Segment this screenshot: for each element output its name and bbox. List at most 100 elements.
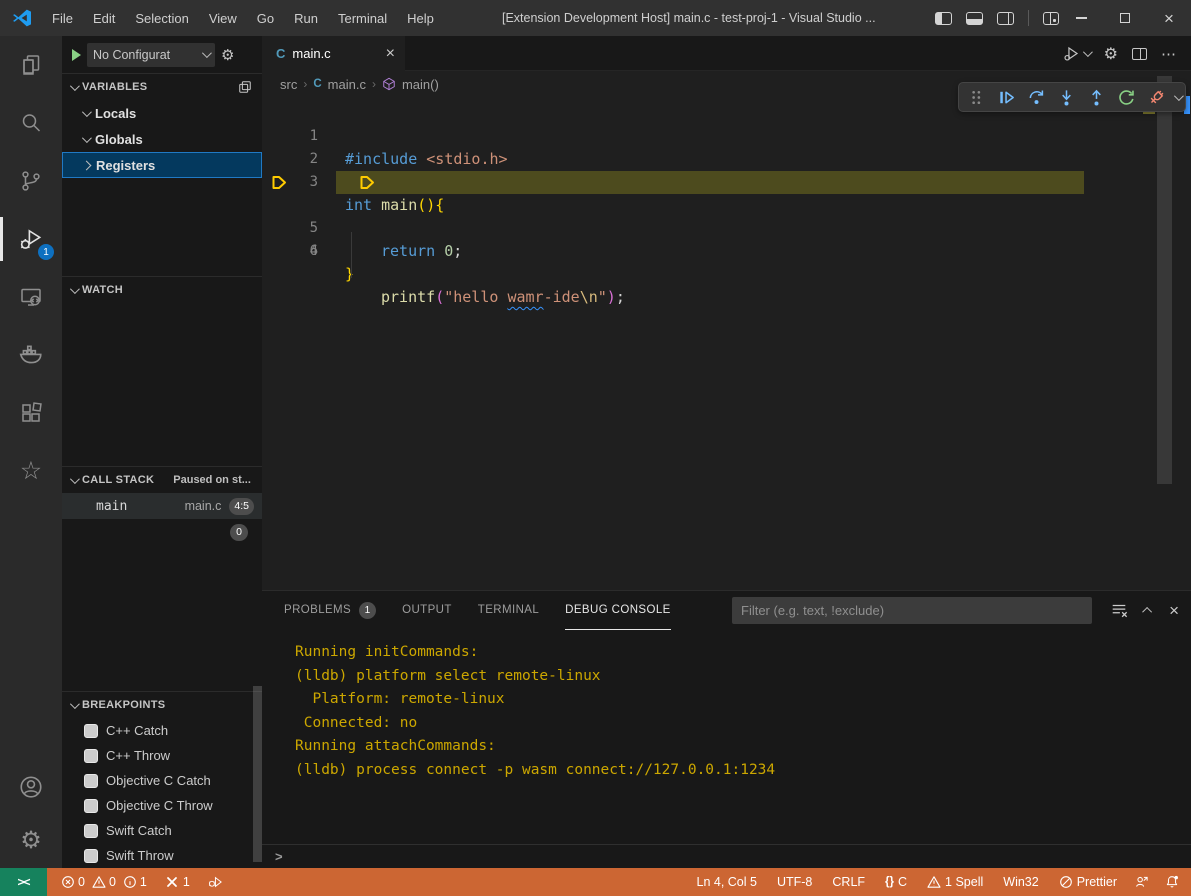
close-tab-icon[interactable]: × xyxy=(386,46,395,62)
toggle-secondary-sidebar-icon[interactable] xyxy=(997,12,1014,25)
configure-gear-icon[interactable]: ⚙ xyxy=(221,46,234,64)
close-window-button[interactable]: × xyxy=(1147,0,1191,36)
vscode-window: File Edit Selection View Go Run Terminal… xyxy=(0,0,1191,896)
checkbox[interactable] xyxy=(84,799,98,813)
tab-debug-console[interactable]: DEBUG CONSOLE xyxy=(565,591,671,629)
activity-explorer-icon[interactable] xyxy=(0,36,62,94)
toggle-sidebar-icon[interactable] xyxy=(935,12,952,25)
debug-step-into-button[interactable] xyxy=(1053,84,1081,110)
debug-step-over-button[interactable] xyxy=(1023,84,1051,110)
start-debug-icon[interactable] xyxy=(72,49,81,61)
customize-layout-icon[interactable] xyxy=(1043,12,1059,25)
close-panel-icon[interactable]: × xyxy=(1169,602,1179,619)
debug-restart-button[interactable] xyxy=(1112,84,1140,110)
debug-disconnect-button[interactable] xyxy=(1142,84,1170,110)
menu-edit[interactable]: Edit xyxy=(83,0,125,36)
tools-status[interactable]: 1 xyxy=(159,868,196,896)
breakpoint-swift-catch[interactable]: Swift Catch xyxy=(62,818,262,843)
breakpoint-objc-catch[interactable]: Objective C Catch xyxy=(62,768,262,793)
call-stack-header[interactable]: CALL STACK Paused on st... xyxy=(62,467,262,493)
eol-status[interactable]: CRLF xyxy=(826,875,871,889)
account-icon[interactable] xyxy=(0,760,62,814)
breadcrumb-folder[interactable]: src xyxy=(280,77,297,92)
toggle-panel-icon[interactable] xyxy=(966,12,983,25)
variables-item-registers[interactable]: Registers xyxy=(62,152,262,178)
problems-status[interactable]: 0 0 1 xyxy=(55,868,153,896)
menu-view[interactable]: View xyxy=(199,0,247,36)
maximize-panel-icon[interactable] xyxy=(1142,606,1152,616)
debug-console-output[interactable]: Running initCommands: (lldb) platform se… xyxy=(262,629,1191,782)
checkbox[interactable] xyxy=(84,724,98,738)
activity-docker-icon[interactable] xyxy=(0,326,62,384)
tab-output[interactable]: OUTPUT xyxy=(402,591,452,629)
breakpoint-objc-throw[interactable]: Objective C Throw xyxy=(62,793,262,818)
window-title: [Extension Development Host] main.c - te… xyxy=(502,0,930,36)
activity-search-icon[interactable] xyxy=(0,94,62,152)
platform-status[interactable]: Win32 xyxy=(997,875,1044,889)
menu-help[interactable]: Help xyxy=(397,0,444,36)
variables-item-globals[interactable]: Globals xyxy=(62,126,262,152)
cursor-position[interactable]: Ln 4, Col 5 xyxy=(691,875,763,889)
language-mode[interactable]: {} C xyxy=(879,875,913,889)
activity-extensions-icon[interactable] xyxy=(0,384,62,442)
debug-stackframe-arrow-icon[interactable] xyxy=(271,174,288,191)
console-input-row[interactable]: > xyxy=(262,844,1191,868)
activity-remote-explorer-icon[interactable] xyxy=(0,268,62,326)
menu-run[interactable]: Run xyxy=(284,0,328,36)
debug-configuration-dropdown[interactable]: No Configurat xyxy=(87,43,215,67)
activity-run-debug-icon[interactable]: 1 xyxy=(0,210,62,268)
sidebar-scrollbar[interactable] xyxy=(253,686,262,862)
split-editor-icon[interactable] xyxy=(1132,48,1147,60)
remote-indicator[interactable]: >< xyxy=(0,868,47,896)
tab-main-c[interactable]: C main.c × xyxy=(262,36,405,71)
menu-terminal[interactable]: Terminal xyxy=(328,0,397,36)
checkbox[interactable] xyxy=(84,824,98,838)
more-actions-icon[interactable]: ⋯ xyxy=(1161,45,1177,63)
checkbox[interactable] xyxy=(84,749,98,763)
tab-problems[interactable]: PROBLEMS 1 xyxy=(284,591,376,629)
activity-favorites-icon[interactable]: ☆ xyxy=(0,442,62,500)
copy-icon[interactable] xyxy=(238,80,252,94)
editor-scrollbar[interactable] xyxy=(1157,76,1172,484)
variables-item-locals[interactable]: Locals xyxy=(62,100,262,126)
feedback-icon[interactable] xyxy=(1129,875,1155,889)
thread-badge: 0 xyxy=(230,524,248,541)
debug-step-out-button[interactable] xyxy=(1082,84,1110,110)
run-or-debug-button[interactable] xyxy=(1063,45,1090,62)
stack-frame-row[interactable]: main main.c 4:5 xyxy=(62,493,262,519)
console-line: (lldb) platform select remote-linux xyxy=(295,665,1191,689)
breakpoint-cpp-throw[interactable]: C++ Throw xyxy=(62,743,262,768)
menu-selection[interactable]: Selection xyxy=(125,0,198,36)
notifications-bell-icon[interactable] xyxy=(1159,875,1185,889)
breadcrumb-file[interactable]: main.c xyxy=(328,77,366,92)
menu-go[interactable]: Go xyxy=(247,0,284,36)
settings-gear-icon[interactable]: ⚙ xyxy=(0,814,62,868)
maximize-button[interactable] xyxy=(1103,0,1147,36)
debug-toolbar xyxy=(958,82,1186,112)
spell-status[interactable]: 1 Spell xyxy=(921,875,989,889)
menu-file[interactable]: File xyxy=(42,0,83,36)
tab-terminal[interactable]: TERMINAL xyxy=(478,591,539,629)
breakpoint-cpp-catch[interactable]: C++ Catch xyxy=(62,718,262,743)
breakpoint-swift-throw[interactable]: Swift Throw xyxy=(62,843,262,868)
thread-row[interactable]: 0 xyxy=(62,519,262,545)
settings-gear-icon[interactable]: ⚙ xyxy=(1104,44,1118,64)
debug-continue-button[interactable] xyxy=(993,84,1021,110)
variables-header[interactable]: VARIABLES xyxy=(62,74,262,100)
debug-status-icon[interactable] xyxy=(202,868,228,896)
checkbox[interactable] xyxy=(84,849,98,863)
breakpoints-header[interactable]: BREAKPOINTS xyxy=(62,692,262,718)
code-line-4-current: 4 printf("hello wamr-ide\n"); xyxy=(262,171,1191,194)
toolbar-grip-icon[interactable] xyxy=(963,84,991,110)
code-editor[interactable]: 1 #include <stdio.h> 2 3 int main(){ 4 p… xyxy=(262,97,1191,590)
activity-source-control-icon[interactable] xyxy=(0,152,62,210)
console-filter-input[interactable] xyxy=(732,597,1092,624)
formatter-status[interactable]: Prettier xyxy=(1053,875,1123,889)
watch-header[interactable]: WATCH xyxy=(62,277,262,303)
breadcrumb-symbol[interactable]: main() xyxy=(402,77,439,92)
checkbox[interactable] xyxy=(84,774,98,788)
minimize-button[interactable] xyxy=(1059,0,1103,36)
debug-toolbar-dropdown-icon[interactable] xyxy=(1174,91,1184,101)
clear-console-icon[interactable] xyxy=(1110,601,1128,619)
encoding-status[interactable]: UTF-8 xyxy=(771,875,818,889)
